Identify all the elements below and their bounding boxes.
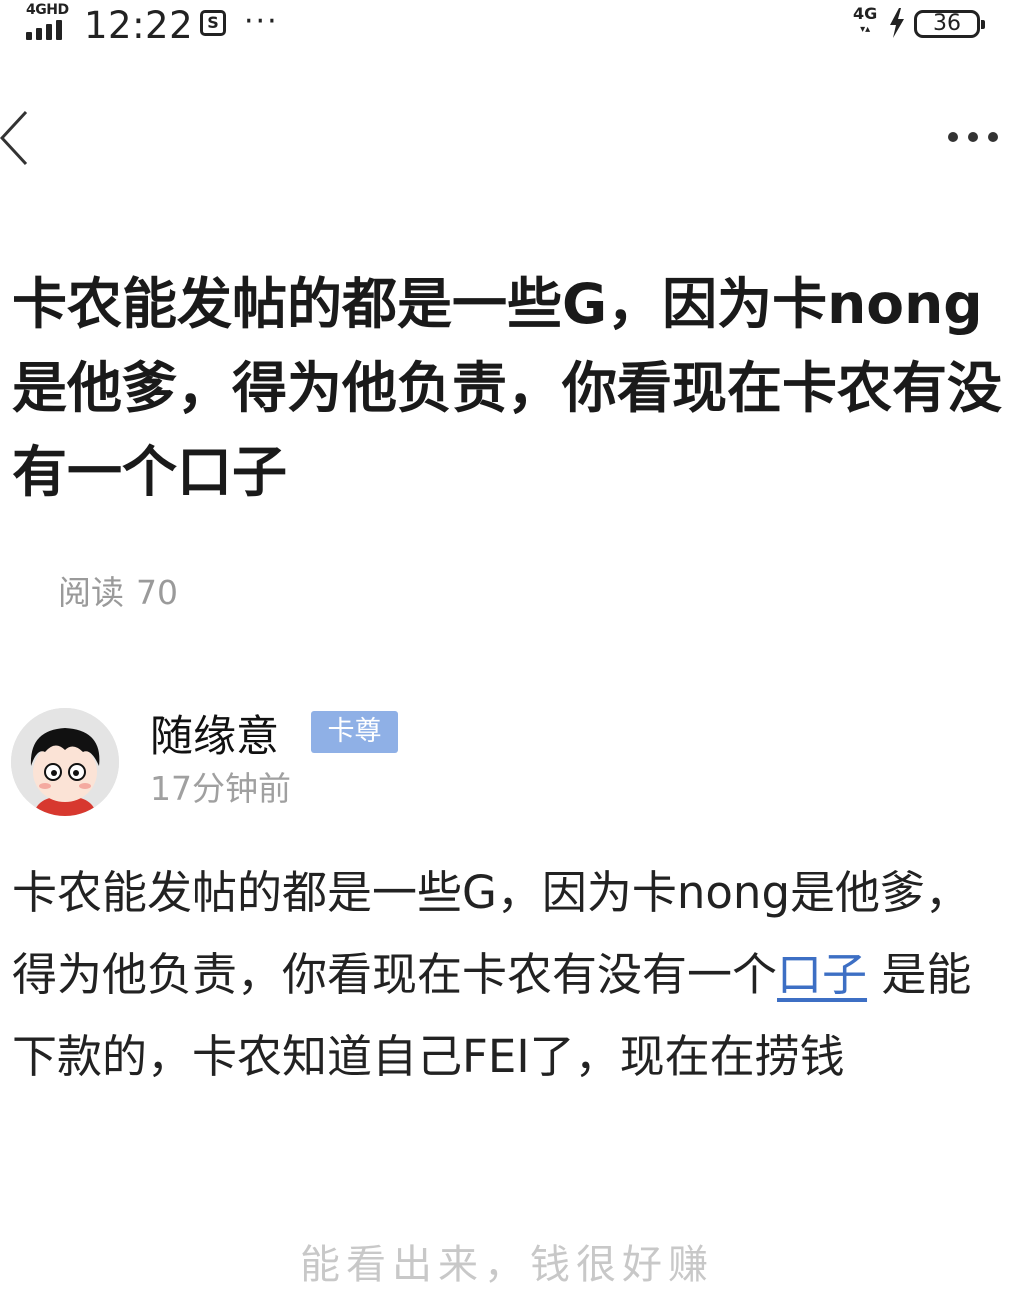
status-bar: 4GHD 12:22 S ··· 4G ▾▴ 36 — [0, 0, 1029, 56]
avatar[interactable] — [11, 708, 119, 816]
status-time: 12:22 — [84, 4, 194, 47]
read-label: 阅读 — [58, 573, 124, 612]
post-body: 卡农能发帖的都是一些G，因为卡nong是他爹，得为他负责，你看现在卡农有没有一个… — [12, 852, 1012, 1098]
network-label: 4G — [853, 4, 878, 23]
author-name[interactable]: 随缘意 — [150, 702, 279, 764]
post-timestamp: 17分钟前 — [150, 769, 291, 808]
more-notifications-icon: ··· — [244, 4, 279, 39]
more-dot-icon — [948, 132, 958, 142]
more-dot-icon — [988, 132, 998, 142]
signal-label: 4GHD — [26, 2, 69, 18]
more-dot-icon — [968, 132, 978, 142]
network-arrows: ▾▴ — [860, 24, 871, 35]
read-count: 阅读 70 — [58, 566, 178, 614]
notification-s-icon: S — [200, 10, 226, 36]
footer-partial-text: 能看出来，钱很好赚 — [300, 1242, 714, 1288]
signal-icon: 4GHD — [24, 2, 74, 42]
chevron-left-icon — [0, 110, 28, 166]
back-button[interactable] — [0, 108, 34, 168]
read-number: 70 — [136, 573, 178, 612]
network-4g-icon: 4G ▾▴ — [853, 6, 877, 38]
charging-icon — [890, 8, 904, 38]
battery-icon: 36 — [914, 10, 985, 38]
post-title: 卡农能发帖的都是一些G，因为卡nong是他爹，得为他负责，你看现在卡农有没有一个… — [12, 272, 1003, 504]
keyword-link[interactable]: 口子 — [777, 948, 867, 1001]
cartoon-avatar-icon — [11, 708, 119, 816]
user-level-badge: 卡尊 — [311, 711, 398, 753]
more-button[interactable] — [944, 128, 1004, 148]
